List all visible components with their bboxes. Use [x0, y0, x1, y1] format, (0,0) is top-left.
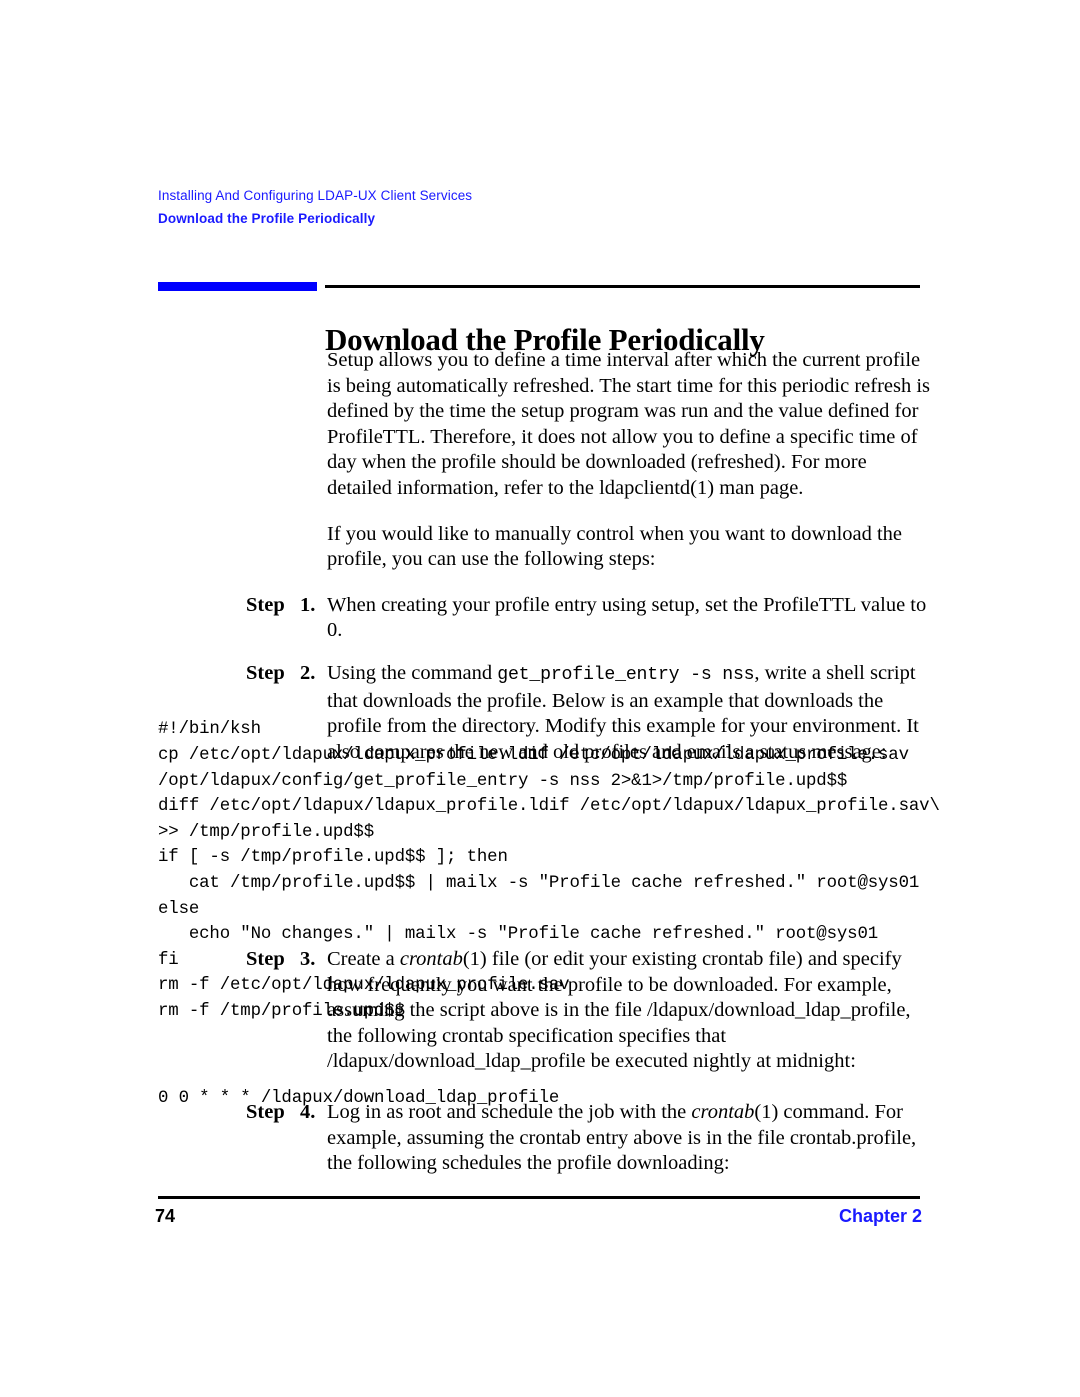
step-text-4-before: Log in as root and schedule the job with…	[327, 1101, 692, 1123]
running-header: Installing And Configuring LDAP-UX Clien…	[158, 186, 938, 228]
running-header-section-title: Download the Profile Periodically	[158, 211, 376, 226]
step-item-1: Step 1. When creating your profile entry…	[246, 593, 936, 644]
step-item-3: Step 3. Create a crontab(1) file (or edi…	[246, 947, 936, 1075]
step-number-3: 3.	[300, 948, 316, 970]
step-label-2: Step	[246, 661, 285, 684]
step-number-2: 2.	[300, 661, 316, 684]
heading-accent-rule	[158, 282, 317, 291]
manual-control-paragraph: If you would like to manually control wh…	[327, 522, 903, 571]
step-text-3-before: Create a	[327, 948, 400, 970]
step-number-4: 4.	[300, 1101, 316, 1123]
step-text-4: Log in as root and schedule the job with…	[327, 1100, 936, 1177]
step-text-3: Create a crontab(1) file (or edit your e…	[327, 947, 936, 1075]
footer-chapter-label: Chapter 2	[838, 1206, 922, 1226]
step-label-1: Step	[246, 593, 285, 616]
document-page: Installing And Configuring LDAP-UX Clien…	[0, 0, 1080, 1397]
step-text-2-command: get_profile_entry -s nss	[497, 664, 755, 685]
body-column-step4: Step 4. Log in as root and schedule the …	[246, 1100, 936, 1194]
step-text-3-italic: crontab	[399, 948, 463, 970]
body-column-lower: Step 3. Create a crontab(1) file (or edi…	[246, 947, 936, 1092]
intro-paragraph: Setup allows you to define a time interv…	[327, 349, 931, 499]
step-text-2-before: Using the command	[327, 661, 498, 684]
running-header-chapter-title: Installing And Configuring LDAP-UX Clien…	[158, 188, 473, 203]
step-text-1: When creating your profile entry using s…	[327, 593, 927, 642]
footer-divider-rule	[158, 1196, 920, 1199]
step-label-4: Step	[246, 1101, 285, 1123]
heading-divider-rule	[325, 285, 920, 288]
step-number-1: 1.	[300, 593, 316, 616]
step-label-3: Step	[246, 948, 285, 970]
step-text-4-italic: crontab	[691, 1101, 755, 1123]
step-item-4: Step 4. Log in as root and schedule the …	[246, 1100, 936, 1177]
